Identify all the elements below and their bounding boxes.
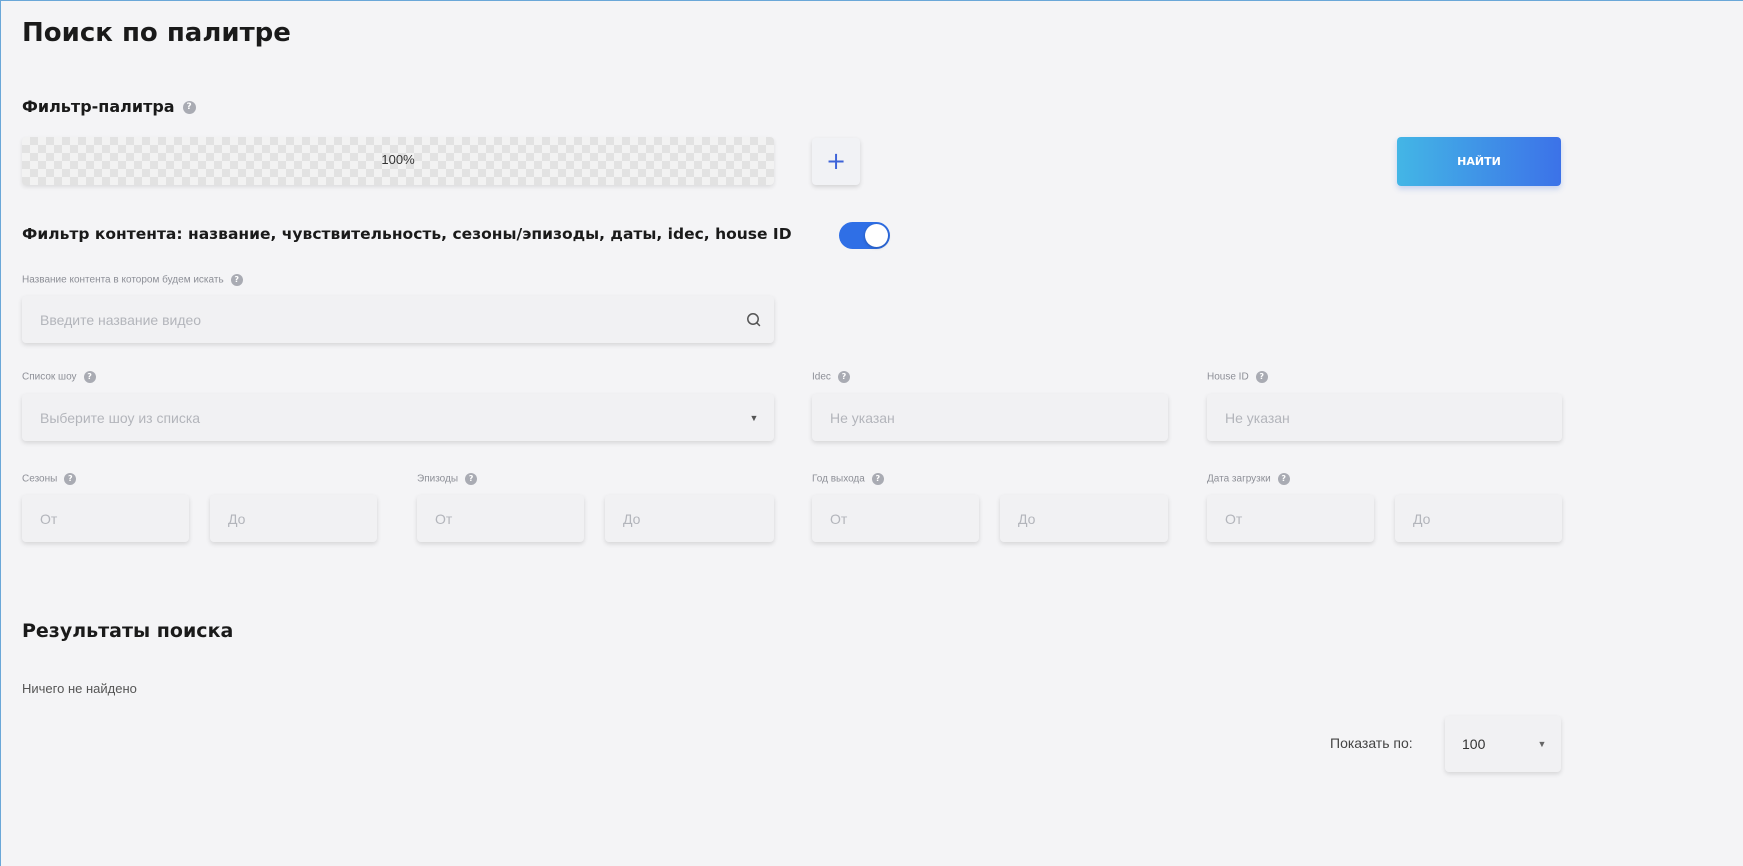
results-title: Результаты поиска: [22, 620, 234, 642]
show-list-select[interactable]: Выберите шоу из списка ▼: [22, 394, 774, 441]
idec-label: Idec?: [812, 371, 850, 383]
show-list-placeholder: Выберите шоу из списка: [40, 409, 201, 426]
upload-date-label: Дата загрузки?: [1207, 473, 1290, 485]
upload-date-from-input[interactable]: От: [1207, 495, 1374, 542]
seasons-to-input[interactable]: До: [210, 495, 377, 542]
seasons-to-placeholder: До: [228, 510, 246, 527]
help-icon[interactable]: ?: [83, 371, 96, 383]
help-icon[interactable]: ?: [1277, 473, 1290, 485]
year-to-placeholder: До: [1018, 510, 1036, 527]
episodes-to-input[interactable]: До: [605, 495, 774, 542]
seasons-label: Сезоны?: [22, 473, 77, 485]
upload-date-from-placeholder: От: [1225, 510, 1243, 527]
episodes-from-input[interactable]: От: [417, 495, 584, 542]
find-button[interactable]: НАЙТИ: [1397, 137, 1561, 186]
help-icon[interactable]: ?: [64, 473, 77, 485]
upload-date-to-placeholder: До: [1413, 510, 1431, 527]
show-list-label: Список шоу?: [22, 371, 96, 383]
year-label-text: Год выхода: [812, 473, 865, 485]
search-icon[interactable]: [734, 296, 774, 343]
house-id-input[interactable]: Не указан: [1207, 394, 1562, 441]
episodes-to-placeholder: До: [623, 510, 641, 527]
page-title: Поиск по палитре: [22, 18, 291, 48]
seasons-from-input[interactable]: От: [22, 495, 189, 542]
upload-date-label-text: Дата загрузки: [1207, 473, 1271, 485]
content-name-label: Название контента в котором будем искать…: [22, 274, 243, 286]
house-id-placeholder: Не указан: [1225, 409, 1290, 426]
year-from-placeholder: От: [830, 510, 848, 527]
house-id-label: House ID?: [1207, 371, 1268, 383]
empty-results-text: Ничего не найдено: [22, 681, 137, 696]
content-name-placeholder: Введите название видео: [40, 311, 202, 328]
year-to-input[interactable]: До: [1000, 495, 1168, 542]
idec-label-text: Idec: [812, 371, 831, 383]
content-filter-label: Фильтр контента: название, чувствительно…: [22, 225, 792, 243]
help-icon[interactable]: ?: [230, 274, 243, 286]
upload-date-to-input[interactable]: До: [1395, 495, 1562, 542]
palette-filter-label-text: Фильтр-палитра: [22, 97, 175, 116]
episodes-from-placeholder: От: [435, 510, 453, 527]
seasons-label-text: Сезоны: [22, 473, 58, 485]
page-size-label: Показать по:: [1330, 735, 1413, 751]
toggle-knob: [865, 224, 888, 247]
content-filter-toggle[interactable]: [839, 222, 890, 249]
episodes-label-text: Эпизоды: [417, 473, 459, 485]
help-icon[interactable]: ?: [837, 371, 850, 383]
palette-filter-label: Фильтр-палитра?: [22, 97, 196, 116]
seasons-from-placeholder: От: [40, 510, 58, 527]
page-size-select[interactable]: 100 ▼: [1445, 716, 1561, 772]
help-icon[interactable]: ?: [1255, 371, 1268, 383]
content-name-label-text: Название контента в котором будем искать: [22, 274, 224, 286]
palette-bar[interactable]: 100%: [22, 137, 774, 185]
idec-input[interactable]: Не указан: [812, 394, 1168, 441]
add-color-button[interactable]: +: [812, 138, 860, 185]
help-icon[interactable]: ?: [182, 101, 196, 114]
chevron-down-icon: ▼: [1537, 739, 1547, 749]
help-icon[interactable]: ?: [871, 473, 884, 485]
palette-percent: 100%: [381, 152, 415, 167]
help-icon[interactable]: ?: [465, 473, 478, 485]
chevron-down-icon: ▼: [749, 412, 759, 423]
year-from-input[interactable]: От: [812, 495, 979, 542]
idec-placeholder: Не указан: [830, 409, 895, 426]
episodes-label: Эпизоды?: [417, 473, 478, 485]
page-size-value: 100: [1462, 736, 1486, 752]
content-name-input[interactable]: Введите название видео: [22, 296, 774, 343]
year-label: Год выхода?: [812, 473, 884, 485]
show-list-label-text: Список шоу: [22, 371, 77, 383]
house-id-label-text: House ID: [1207, 371, 1249, 383]
